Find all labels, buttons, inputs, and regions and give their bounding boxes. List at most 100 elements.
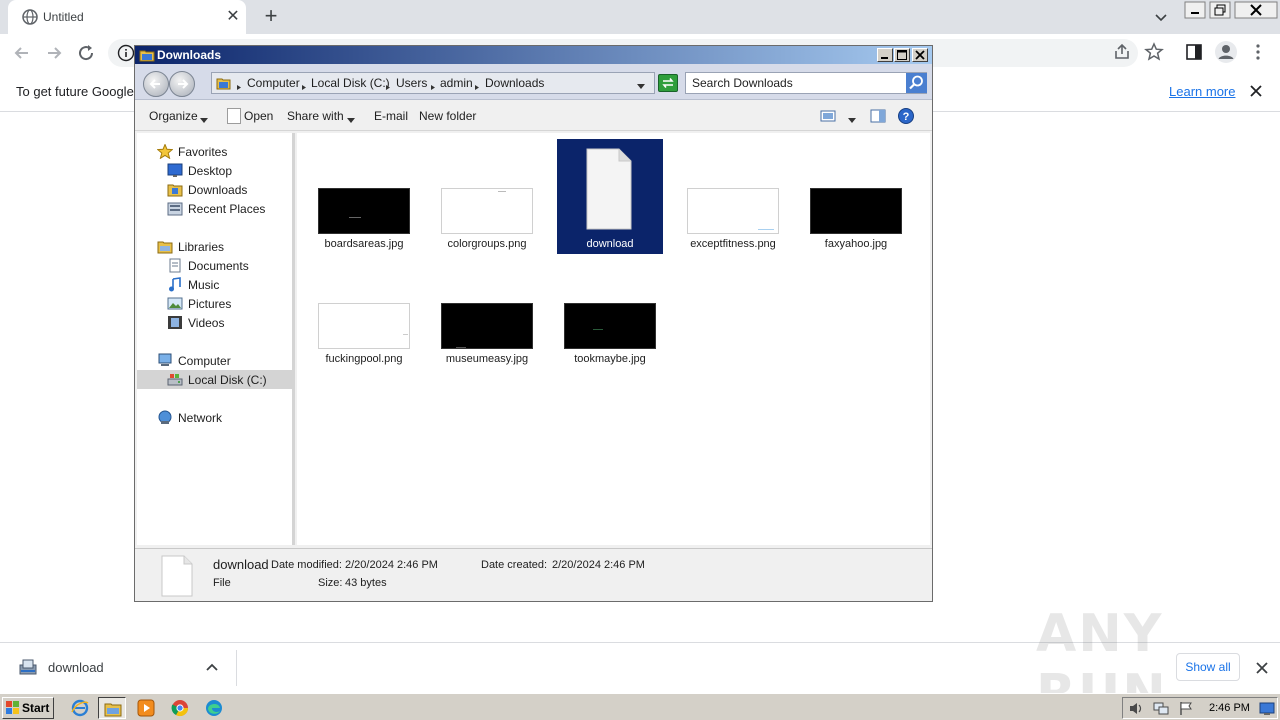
explorer-titlebar[interactable]: Downloads	[135, 46, 932, 64]
nav-videos[interactable]: Videos	[137, 313, 293, 332]
nav-pictures[interactable]: Pictures	[137, 294, 293, 313]
nav-network[interactable]: Network	[137, 408, 293, 427]
refresh-icon[interactable]	[658, 74, 678, 92]
file-item-colorgroups[interactable]: colorgroups.png	[434, 139, 540, 254]
forward-arrow-icon[interactable]	[42, 41, 66, 65]
nav-downloads[interactable]: Downloads	[137, 180, 293, 199]
learn-more-link[interactable]: Learn more	[1169, 84, 1235, 99]
minimize-button[interactable]	[877, 48, 893, 62]
chevron-up-icon[interactable]	[204, 659, 220, 675]
chevron-down-icon[interactable]	[636, 80, 646, 89]
explorer-address-row: Computer Local Disk (C:) Users admin Dow…	[135, 64, 932, 100]
maximize-button[interactable]	[894, 48, 910, 62]
site-info-icon[interactable]	[117, 44, 135, 62]
details-pane: download Date modified: 2/20/2024 2:46 P…	[135, 548, 932, 601]
browser-tab-strip: Untitled ✕ +	[0, 0, 1280, 34]
file-item-boardsareas[interactable]: boardsareas.jpg	[311, 139, 417, 254]
flag-icon[interactable]	[1178, 701, 1194, 716]
chevron-right-icon[interactable]	[385, 80, 392, 90]
chevron-right-icon[interactable]	[430, 80, 437, 90]
system-tray: 2:46 PM	[1122, 697, 1278, 719]
organize-button[interactable]: Organize	[149, 109, 198, 123]
email-button[interactable]: E-mail	[374, 109, 408, 123]
nav-desktop[interactable]: Desktop	[137, 161, 293, 180]
download-item-name[interactable]: download	[48, 660, 104, 675]
file-item-download[interactable]: download	[557, 139, 663, 254]
breadcrumb[interactable]: Computer Local Disk (C:) Users admin Dow…	[211, 72, 655, 94]
new-tab-button[interactable]: +	[260, 5, 282, 27]
file-item-faxyahoo[interactable]: faxyahoo.jpg	[803, 139, 909, 254]
chevron-right-icon[interactable]	[236, 80, 243, 90]
download-file-icon[interactable]	[18, 657, 38, 677]
file-item-fuckingpool[interactable]: fuckingpool.png	[311, 254, 417, 369]
breadcrumb-admin[interactable]: admin	[440, 76, 473, 90]
tab-close-button[interactable]: ✕	[224, 8, 242, 26]
reload-icon[interactable]	[74, 41, 98, 65]
breadcrumb-users[interactable]: Users	[396, 76, 427, 90]
chevron-down-icon[interactable]	[347, 113, 355, 123]
close-window-button[interactable]	[1234, 1, 1278, 19]
chevron-right-icon[interactable]	[301, 80, 308, 90]
file-item-exceptfitness[interactable]: exceptfitness.png	[680, 139, 786, 254]
breadcrumb-local-disk[interactable]: Local Disk (C:)	[311, 76, 390, 90]
start-button[interactable]: Start	[2, 697, 54, 719]
help-icon[interactable]: ?	[897, 107, 915, 125]
open-button[interactable]: Open	[244, 109, 273, 123]
folder-icon	[139, 47, 155, 63]
share-icon[interactable]	[1112, 42, 1132, 62]
back-arrow-icon[interactable]	[143, 71, 169, 97]
menu-kebab-icon[interactable]	[1248, 42, 1268, 62]
file-name: tookmaybe.jpg	[574, 353, 646, 365]
nav-libraries[interactable]: Libraries	[137, 237, 293, 256]
downloads-folder-icon	[167, 182, 183, 197]
file-item-tookmaybe[interactable]: tookmaybe.jpg	[557, 254, 663, 369]
show-desktop-icon[interactable]	[1259, 701, 1275, 716]
chevron-down-icon[interactable]	[848, 113, 856, 123]
forward-arrow-icon[interactable]	[169, 71, 195, 97]
share-with-button[interactable]: Share with	[287, 109, 344, 123]
minimize-button[interactable]	[1184, 1, 1206, 19]
media-player-icon[interactable]	[132, 697, 160, 719]
chevron-right-icon[interactable]	[474, 80, 481, 90]
image-thumbnail	[318, 303, 410, 349]
breadcrumb-computer[interactable]: Computer	[247, 76, 300, 90]
computer-icon	[157, 353, 173, 368]
edge-icon[interactable]	[200, 697, 228, 719]
breadcrumb-downloads[interactable]: Downloads	[485, 76, 544, 90]
nav-favorites[interactable]: Favorites	[137, 142, 293, 161]
view-icon[interactable]	[819, 107, 837, 125]
file-item-museumeasy[interactable]: museumeasy.jpg	[434, 254, 540, 369]
restore-button[interactable]	[1209, 1, 1231, 19]
file-name: colorgroups.png	[447, 238, 527, 250]
nav-recent-places[interactable]: Recent Places	[137, 199, 293, 218]
back-arrow-icon[interactable]	[10, 41, 34, 65]
videos-icon	[167, 315, 183, 330]
browser-tab[interactable]: Untitled ✕	[8, 0, 246, 34]
close-button[interactable]	[912, 48, 928, 62]
side-panel-icon[interactable]	[1184, 42, 1204, 62]
chrome-icon[interactable]	[166, 697, 194, 719]
file-name: museumeasy.jpg	[445, 353, 529, 365]
nav-documents[interactable]: Documents	[137, 256, 293, 275]
navigation-pane: Favorites Desktop Downloads Recent Place…	[137, 133, 295, 545]
profile-avatar-icon[interactable]	[1214, 40, 1238, 64]
recent-places-icon	[167, 201, 183, 216]
file-explorer-taskbar-icon[interactable]	[98, 697, 126, 719]
search-icon[interactable]	[906, 73, 927, 93]
search-input[interactable]: Search Downloads	[685, 72, 927, 94]
chevron-down-icon[interactable]	[200, 113, 208, 123]
close-icon[interactable]	[1247, 82, 1265, 100]
tab-search-icon[interactable]	[1152, 8, 1170, 26]
network-status-icon[interactable]	[1153, 701, 1169, 716]
infobar-message: To get future Google	[16, 84, 134, 99]
new-folder-button[interactable]: New folder	[419, 109, 476, 123]
pictures-icon	[167, 296, 183, 311]
volume-icon[interactable]	[1128, 701, 1144, 716]
preview-pane-icon[interactable]	[869, 107, 887, 125]
start-label: Start	[22, 701, 50, 715]
nav-computer[interactable]: Computer	[137, 351, 293, 370]
nav-music[interactable]: Music	[137, 275, 293, 294]
bookmark-star-icon[interactable]	[1144, 42, 1164, 62]
internet-explorer-icon[interactable]	[66, 697, 94, 719]
nav-local-disk[interactable]: Local Disk (C:)	[137, 370, 293, 389]
